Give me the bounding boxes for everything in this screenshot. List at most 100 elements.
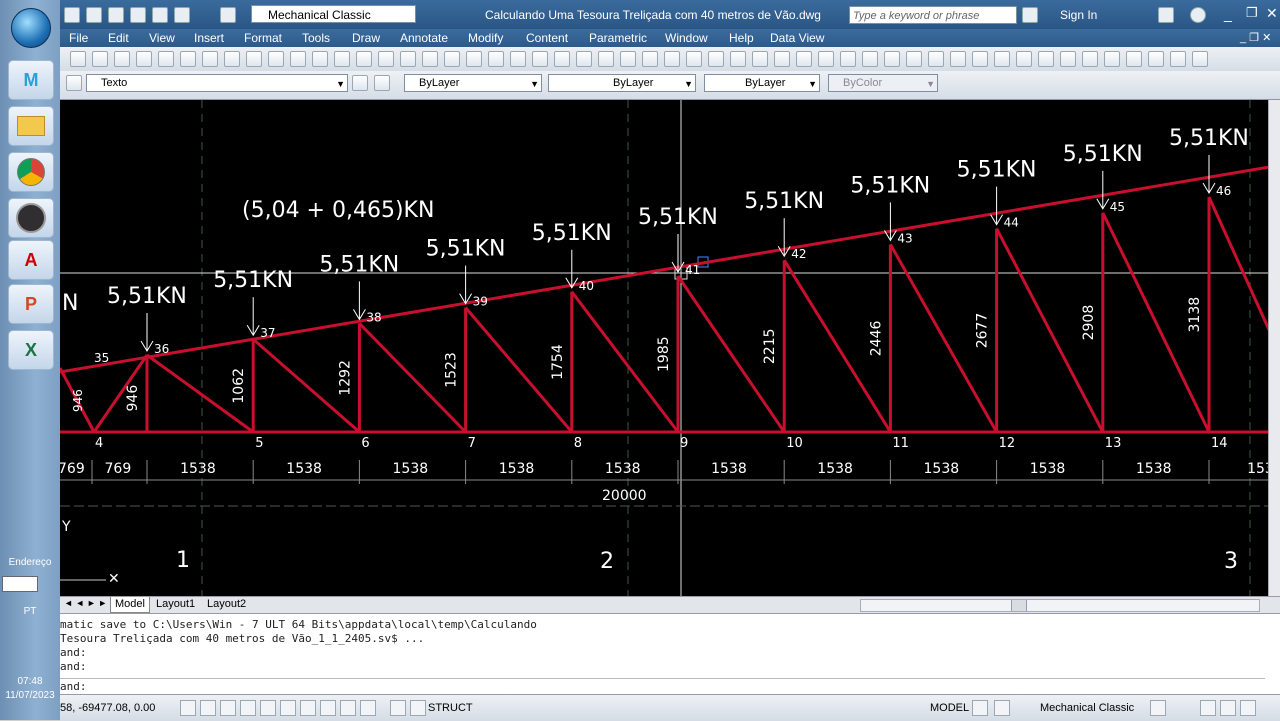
mirror-icon[interactable] [1104, 51, 1120, 67]
layer-combo[interactable]: Texto ▼ [86, 74, 348, 92]
zoom-window-icon[interactable] [422, 51, 438, 67]
coordinates-readout[interactable]: 58, -69477.08, 0.00 [60, 702, 155, 714]
struct-icon[interactable] [410, 700, 426, 716]
markup-icon[interactable] [554, 51, 570, 67]
mtext-icon[interactable] [1016, 51, 1032, 67]
language-indicator[interactable]: PT [0, 606, 60, 617]
clock-date[interactable]: 11/07/2023 [0, 690, 60, 701]
rectangle-icon[interactable] [708, 51, 724, 67]
paste-icon[interactable] [268, 51, 284, 67]
print-icon[interactable] [152, 7, 168, 23]
clock-time[interactable]: 07:48 [0, 676, 60, 687]
erase-icon[interactable] [1060, 51, 1076, 67]
taskbar-chrome-icon[interactable] [8, 152, 54, 192]
point-icon[interactable] [906, 51, 922, 67]
quick-properties-icon[interactable] [390, 700, 406, 716]
close-icon[interactable]: ✕ [1266, 5, 1278, 22]
lineweight-toggle-icon[interactable] [360, 700, 376, 716]
region-icon[interactable] [972, 51, 988, 67]
make-block-icon[interactable] [884, 51, 900, 67]
menu-edit[interactable]: Edit [108, 31, 129, 45]
menu-format[interactable]: Format [244, 31, 282, 45]
lock-icon[interactable] [1150, 700, 1166, 716]
save-as-icon[interactable] [130, 7, 146, 23]
model-space-toggle[interactable]: MODEL [930, 702, 969, 714]
exchange-icon[interactable] [1158, 7, 1174, 23]
osnap-icon[interactable] [260, 700, 276, 716]
add-selected-icon[interactable] [1038, 51, 1054, 67]
quick-view-drawings-icon[interactable] [994, 700, 1010, 716]
design-center-icon[interactable] [488, 51, 504, 67]
qnew-icon[interactable] [70, 51, 86, 67]
layer-state-icon[interactable] [66, 75, 82, 91]
array-icon[interactable] [1148, 51, 1164, 67]
ellipse-arc-icon[interactable] [840, 51, 856, 67]
drawing-canvas[interactable]: 946 36 4 5,51KN 1062 37 5 5,51KN 1292 38 6 5,51KN 15… [60, 100, 1268, 596]
horizontal-scrollbar[interactable] [860, 599, 1260, 612]
help-icon[interactable] [1190, 7, 1206, 23]
lineweight-combo[interactable]: ByLayer ▼ [704, 74, 820, 92]
zoom-previous-icon[interactable] [444, 51, 460, 67]
menu-parametric[interactable]: Parametric [589, 31, 647, 45]
properties-icon[interactable] [466, 51, 482, 67]
undo-icon[interactable] [174, 7, 190, 23]
open-icon[interactable] [86, 7, 102, 23]
workspace-switch-icon[interactable] [220, 7, 236, 23]
menu-window[interactable]: Window [665, 31, 708, 45]
taskbar-powerpoint-icon[interactable]: P [8, 284, 54, 324]
copy-obj-icon[interactable] [1082, 51, 1098, 67]
line-icon[interactable] [620, 51, 636, 67]
minimize-icon[interactable]: _ [1224, 6, 1232, 22]
snap-icon[interactable] [180, 700, 196, 716]
layer-previous-icon[interactable] [374, 75, 390, 91]
sheet-set-icon[interactable] [532, 51, 548, 67]
tab-model[interactable]: Model [110, 597, 150, 613]
otrack-icon[interactable] [300, 700, 316, 716]
taskbar-excel-icon[interactable]: X [8, 330, 54, 370]
layer-manager-icon[interactable] [352, 75, 368, 91]
new-icon[interactable] [64, 7, 80, 23]
zoom-realtime-icon[interactable] [400, 51, 416, 67]
cut-icon[interactable] [224, 51, 240, 67]
truss-drawing[interactable]: 9463645,51KN10623755,51KN12923865,51KN15… [60, 100, 1268, 596]
doc-window-controls[interactable]: _ ❐ ✕ [1240, 31, 1271, 44]
search-input[interactable]: Type a keyword or phrase [849, 6, 1017, 24]
taskbar-explorer-icon[interactable] [8, 106, 54, 146]
plotstyle-combo[interactable]: ByColor ▼ [828, 74, 938, 92]
menu-draw[interactable]: Draw [352, 31, 380, 45]
address-input[interactable] [2, 576, 38, 592]
command-input[interactable]: and: [60, 678, 1265, 694]
linetype-combo[interactable]: ByLayer ▼ [548, 74, 696, 92]
hardware-acceleration-icon[interactable] [1200, 700, 1216, 716]
menu-file[interactable]: File [69, 31, 88, 45]
arc-icon[interactable] [730, 51, 746, 67]
rotate-icon[interactable] [1192, 51, 1208, 67]
plot-icon[interactable] [136, 51, 152, 67]
menu-content[interactable]: Content [526, 31, 568, 45]
polygon-icon[interactable] [686, 51, 702, 67]
restore-icon[interactable]: ❐ [1246, 5, 1258, 21]
save-icon[interactable] [108, 7, 124, 23]
match-prop-icon[interactable] [290, 51, 306, 67]
struct-label[interactable]: STRUCT [428, 702, 473, 714]
quick-view-layouts-icon[interactable] [972, 700, 988, 716]
taskbar-app-m-icon[interactable]: M [8, 60, 54, 100]
3d-osnap-icon[interactable] [280, 700, 296, 716]
start-button[interactable] [11, 8, 51, 48]
insert-block-icon[interactable] [862, 51, 878, 67]
undo-icon[interactable] [334, 51, 350, 67]
table-icon[interactable] [994, 51, 1010, 67]
grid-icon[interactable] [200, 700, 216, 716]
preview-icon[interactable] [158, 51, 174, 67]
hatch-icon[interactable] [928, 51, 944, 67]
workspace-status[interactable]: Mechanical Classic [1040, 702, 1134, 714]
ducs-icon[interactable] [320, 700, 336, 716]
clean-screen-icon[interactable] [1240, 700, 1256, 716]
block-editor-icon[interactable] [312, 51, 328, 67]
menu-data-view[interactable]: Data View [770, 31, 824, 45]
taskbar-autocad-icon[interactable]: A [8, 240, 54, 280]
color-combo[interactable]: ByLayer ▼ [404, 74, 542, 92]
pan-icon[interactable] [378, 51, 394, 67]
sign-in-link[interactable]: Sign In [1060, 8, 1097, 22]
circle-icon[interactable] [752, 51, 768, 67]
